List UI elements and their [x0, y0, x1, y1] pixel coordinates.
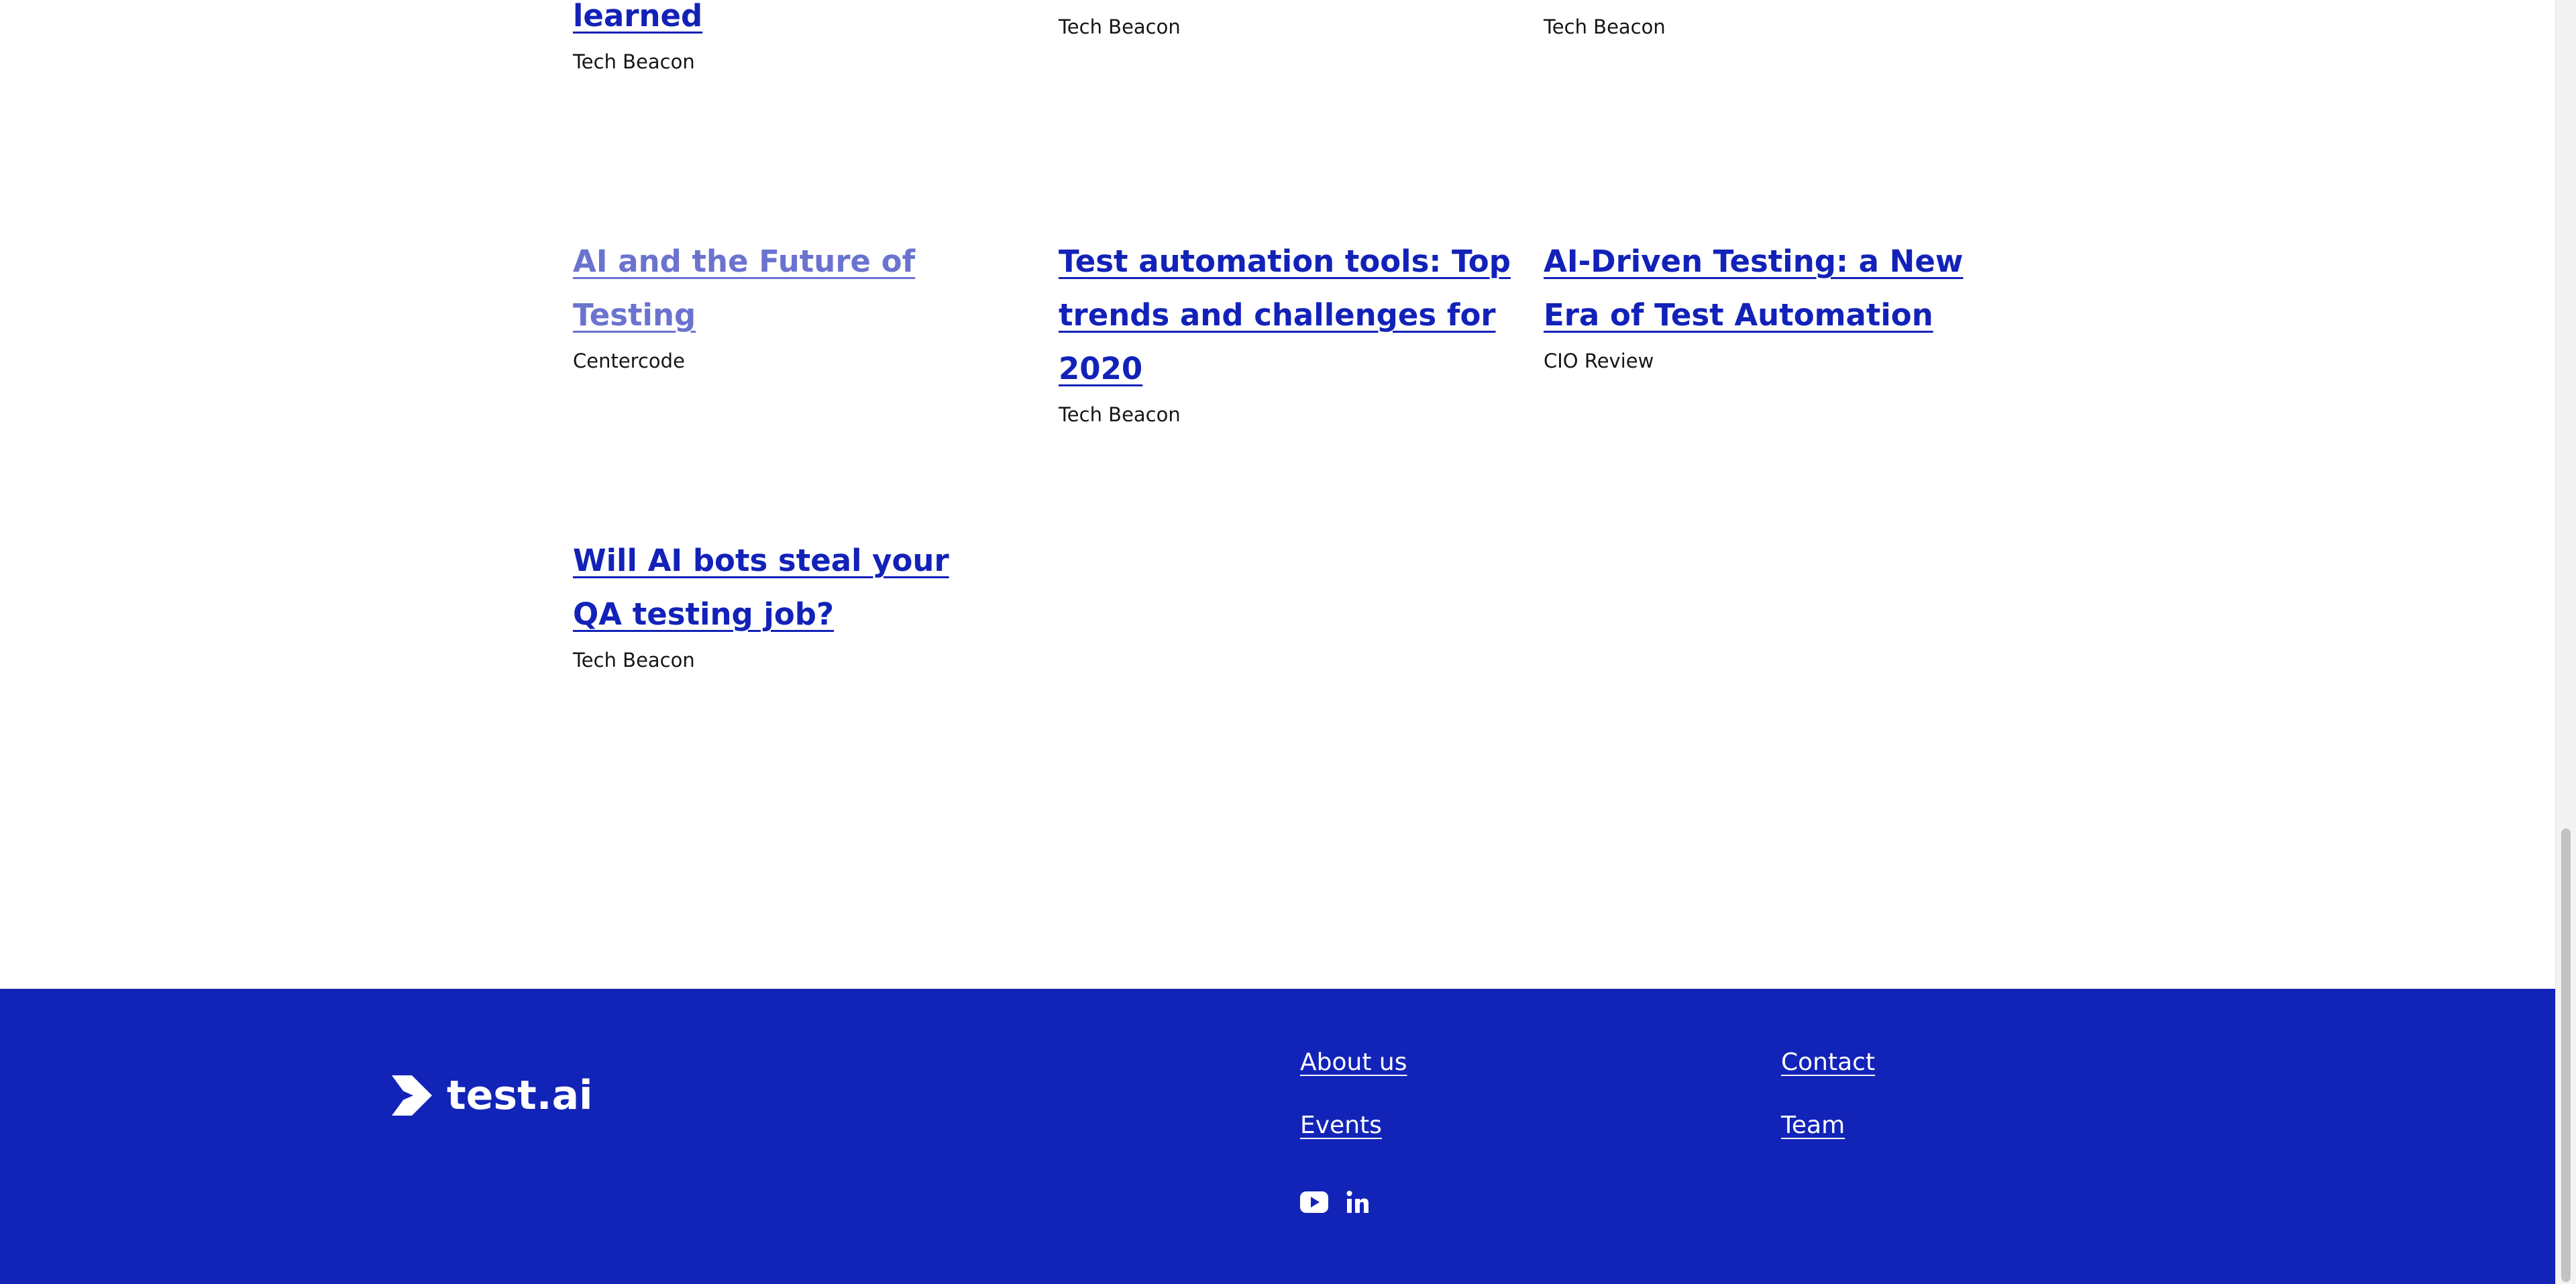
article-source: Tech Beacon: [1059, 15, 1181, 38]
article-source: CIO Review: [1544, 350, 1654, 372]
article-source: Centercode: [573, 350, 685, 372]
article-source: Tech Beacon: [573, 649, 695, 672]
article-source: Tech Beacon: [1059, 403, 1181, 426]
footer-link-events[interactable]: Events: [1300, 1110, 1382, 1142]
testai-logo-icon: [392, 1075, 432, 1116]
article-title-link[interactable]: learned: [573, 0, 1002, 43]
article-card: AI-Driven Testing: a New Era of Test Aut…: [1544, 235, 2000, 374]
article-title-link[interactable]: AI-Driven Testing: a New Era of Test Aut…: [1544, 235, 2000, 342]
page: learned Tech Beacon Tech Beacon Tech Bea…: [0, 0, 2556, 1284]
article-card: AI and the Future of Testing Centercode: [573, 235, 1002, 374]
footer-link-contact[interactable]: Contact: [1781, 1047, 1875, 1079]
youtube-icon[interactable]: [1300, 1191, 1328, 1216]
article-title-link[interactable]: Test automation tools: Top trends and ch…: [1059, 235, 1515, 396]
linkedin-icon[interactable]: [1346, 1190, 1370, 1217]
logo-text: test.ai: [447, 1072, 593, 1119]
scrollbar-thumb[interactable]: [2561, 828, 2571, 1282]
article-card: Tech Beacon: [1544, 13, 1973, 40]
article-card: Test automation tools: Top trends and ch…: [1059, 235, 1515, 428]
social-links: [1300, 1190, 1370, 1217]
article-source: Tech Beacon: [1544, 15, 1666, 38]
article-title-link[interactable]: Will AI bots steal your QA testing job?: [573, 534, 962, 641]
article-card: learned Tech Beacon: [573, 0, 1002, 75]
scrollbar[interactable]: [2555, 0, 2576, 1284]
article-source: Tech Beacon: [573, 50, 695, 73]
article-card: Will AI bots steal your QA testing job? …: [573, 534, 962, 674]
logo[interactable]: test.ai: [392, 1072, 593, 1119]
article-card: Tech Beacon: [1059, 13, 1488, 40]
article-title-link[interactable]: AI and the Future of Testing: [573, 235, 1002, 342]
footer-link-about[interactable]: About us: [1300, 1047, 1407, 1079]
footer: test.ai About us Events Contact Team: [0, 989, 2556, 1284]
footer-link-team[interactable]: Team: [1781, 1110, 1845, 1142]
